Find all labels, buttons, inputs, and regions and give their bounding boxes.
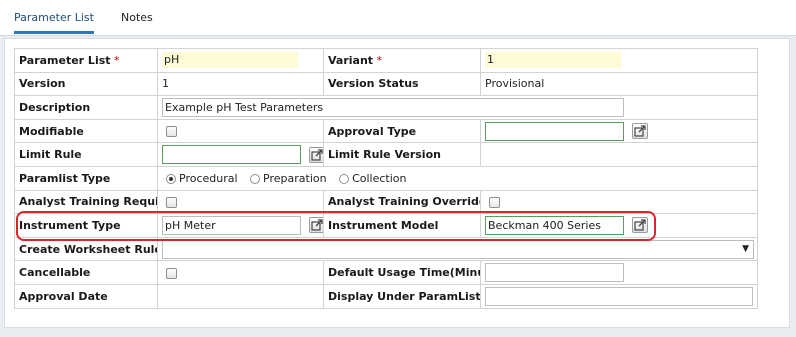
paramlist-type-label: Paramlist Type (19, 171, 111, 185)
create-worksheet-rule-label: Create Worksheet Rule (19, 242, 158, 256)
required-mark: * (376, 53, 383, 67)
default-usage-time-input[interactable] (485, 263, 624, 283)
form-row: Analyst Training Required Analyst Traini… (14, 189, 758, 215)
approval-type-label: Approval Type (328, 124, 417, 138)
cancellable-label: Cancellable (19, 266, 91, 280)
tab-notes[interactable]: Notes (121, 11, 153, 24)
parameter-list-label: Parameter List (19, 53, 111, 67)
description-input[interactable]: Example pH Test Parameters (162, 97, 624, 117)
radio-procedural-label: Procedural (179, 171, 238, 185)
external-link-icon (633, 125, 646, 137)
form-row: Modifiable Approval Type (14, 118, 758, 144)
form-row: Paramlist Type Procedural Preparation Co… (14, 165, 758, 191)
analyst-training-overrides-label: Analyst Training Overrides (328, 195, 481, 209)
radio-procedural[interactable] (166, 173, 176, 184)
version-value: 1 (162, 77, 169, 91)
instrument-type-lookup-button[interactable] (308, 217, 323, 234)
version-status-value: Provisional (485, 77, 545, 91)
parameter-list-panel: Parameter List * pH Variant * 1 Version … (4, 38, 790, 328)
external-link-icon (310, 219, 323, 232)
radio-collection-label: Collection (352, 171, 407, 185)
variant-label-cell: Variant * (323, 48, 481, 73)
limit-rule-version-label: Limit Rule Version (328, 148, 441, 162)
version-status-label: Version Status (328, 77, 419, 91)
version-label: Version (19, 77, 66, 91)
caret-down-icon: ▼ (742, 243, 749, 254)
external-link-icon (310, 149, 323, 161)
parameter-list-value-cell: pH (157, 48, 324, 73)
analyst-training-required-label: Analyst Training Required (19, 195, 157, 209)
parameter-list-field[interactable]: pH (162, 52, 298, 69)
form-row: Limit Rule Limit Rule Version (14, 142, 758, 167)
form-row: Instrument Type pH Meter Instrument Mode… (14, 213, 758, 238)
approval-type-lookup-button[interactable] (631, 123, 648, 140)
form-row: Cancellable Default Usage Time(Minutes) (14, 260, 758, 285)
instrument-type-label: Instrument Type (19, 218, 121, 232)
analyst-training-overrides-checkbox[interactable] (489, 196, 500, 208)
approval-type-input[interactable] (485, 121, 624, 141)
form-row: Parameter List * pH Variant * 1 (14, 48, 758, 73)
approval-date-label: Approval Date (19, 289, 108, 303)
tab-parameter-list[interactable]: Parameter List (14, 11, 94, 34)
instrument-model-label: Instrument Model (328, 218, 439, 232)
variant-value-cell: 1 (480, 48, 758, 73)
modifiable-checkbox[interactable] (166, 126, 177, 138)
description-label: Description (19, 100, 91, 114)
external-link-icon (633, 219, 646, 232)
limit-rule-lookup-button[interactable] (308, 146, 323, 163)
analyst-training-required-checkbox[interactable] (166, 196, 177, 208)
form-row: Create Worksheet Rule ▼ (14, 236, 758, 262)
create-worksheet-rule-select[interactable]: ▼ (162, 239, 754, 259)
radio-collection[interactable] (339, 173, 350, 184)
cancellable-checkbox[interactable] (166, 267, 177, 279)
instrument-model-input[interactable]: Beckman 400 Series (485, 215, 624, 235)
instrument-type-input[interactable]: pH Meter (162, 215, 301, 235)
tab-bar: Parameter List Notes (0, 0, 796, 36)
required-mark: * (114, 53, 120, 67)
display-under-paramlist-label: Display Under ParamList (328, 289, 481, 303)
instrument-model-lookup-button[interactable] (631, 217, 648, 234)
limit-rule-input[interactable] (162, 145, 301, 165)
paramlist-type-radio-group: Procedural Preparation Collection (157, 165, 758, 191)
radio-preparation[interactable] (250, 173, 261, 184)
form-row: Description Example pH Test Parameters (14, 95, 758, 120)
limit-rule-label: Limit Rule (19, 148, 82, 162)
variant-label: Variant (328, 53, 374, 67)
display-under-paramlist-input[interactable] (485, 286, 753, 306)
default-usage-time-label: Default Usage Time(Minutes) (328, 266, 480, 280)
form-row: Approval Date Display Under ParamList (14, 283, 758, 309)
parameter-form-table: Parameter List * pH Variant * 1 Version … (14, 48, 758, 309)
modifiable-label: Modifiable (19, 124, 84, 138)
form-row: Version 1 Version Status Provisional (14, 71, 758, 97)
radio-preparation-label: Preparation (263, 171, 327, 185)
parameter-list-label-cell: Parameter List * (14, 48, 158, 73)
variant-field[interactable]: 1 (485, 52, 621, 69)
